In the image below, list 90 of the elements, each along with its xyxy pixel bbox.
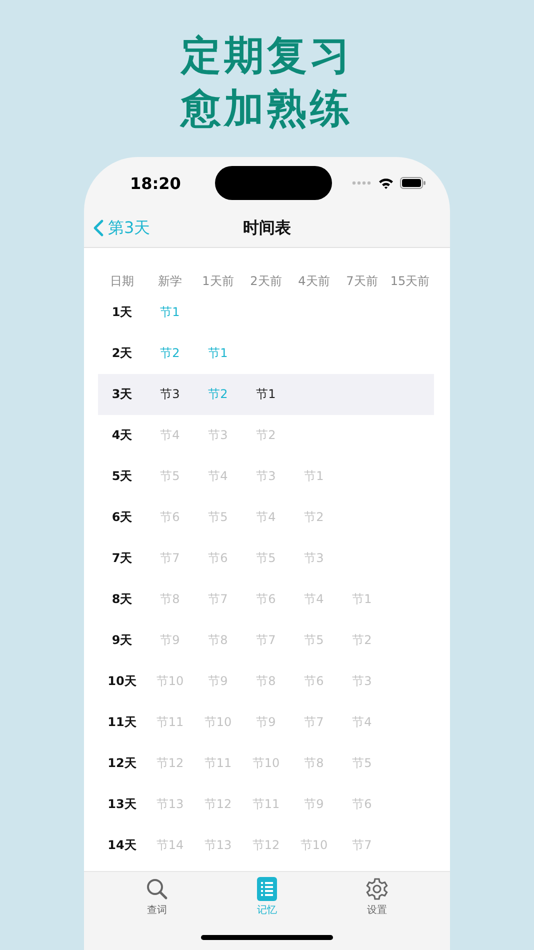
lesson-cell-text: 节6 — [351, 796, 373, 813]
lesson-cell-text: 节12 — [203, 796, 233, 813]
lesson-cell-text: 节3 — [255, 468, 277, 485]
lesson-cell-text: 节9 — [303, 796, 325, 813]
lesson-cell-text: 节6 — [159, 509, 181, 526]
lesson-cell-text: 节4 — [255, 509, 277, 526]
day-cell-text: 12天 — [106, 755, 138, 772]
day-cell-text: 1天 — [110, 304, 134, 321]
column-header: 日期 — [109, 272, 135, 290]
lesson-cell-text: 节8 — [303, 755, 325, 772]
column-header: 15天前 — [389, 272, 431, 290]
lesson-cell-text: 节1 — [159, 304, 181, 321]
lesson-cell-text: 节4 — [159, 427, 181, 444]
lesson-cell-text: 节6 — [255, 591, 277, 608]
lesson-cell-text: 节7 — [159, 550, 181, 567]
lesson-cell-text: 节10 — [299, 837, 329, 854]
lesson-cell-text: 节2 — [255, 427, 277, 444]
tab-item[interactable]: 查词 — [117, 877, 197, 917]
lesson-cell-text: 节3 — [303, 550, 325, 567]
lesson-cell-text: 节9 — [207, 673, 229, 690]
day-cell-text: 3天 — [110, 386, 134, 403]
lesson-cell-text: 节7 — [303, 714, 325, 731]
lesson-cell-text: 节12 — [251, 837, 281, 854]
day-cell-text: 4天 — [110, 427, 134, 444]
lesson-cell-text: 节10 — [155, 673, 185, 690]
lesson-cell-text: 节10 — [251, 755, 281, 772]
lesson-cell-text: 节5 — [207, 509, 229, 526]
lesson-cell-text: 节11 — [251, 796, 281, 813]
lesson-cell-text: 节4 — [351, 714, 373, 731]
lesson-cell-text: 节1 — [207, 345, 229, 362]
day-cell-text: 7天 — [110, 550, 134, 567]
lesson-cell-text: 节6 — [303, 673, 325, 690]
tab-item[interactable]: 设置 — [337, 877, 417, 917]
lesson-cell-text: 节5 — [351, 755, 373, 772]
day-cell-text: 9天 — [110, 632, 134, 649]
list-icon — [257, 877, 277, 901]
lesson-cell-text: 节7 — [207, 591, 229, 608]
lesson-cell-text: 节6 — [207, 550, 229, 567]
lesson-cell-text: 节12 — [155, 755, 185, 772]
lesson-cell-text: 节3 — [351, 673, 373, 690]
day-cell-text: 11天 — [106, 714, 138, 731]
lesson-cell-text: 节1 — [351, 591, 373, 608]
lesson-cell-text: 节5 — [255, 550, 277, 567]
lesson-cell-text: 节2 — [207, 386, 229, 403]
lesson-cell-text: 节8 — [207, 632, 229, 649]
battery-icon — [400, 177, 426, 189]
lesson-cell-text: 节4 — [207, 468, 229, 485]
lesson-cell-text: 节1 — [303, 468, 325, 485]
day-cell-text: 8天 — [110, 591, 134, 608]
lesson-cell-text: 节5 — [303, 632, 325, 649]
lesson-cell-text: 节1 — [255, 386, 277, 403]
lesson-cell-text: 节5 — [159, 468, 181, 485]
lesson-cell-text: 节7 — [351, 837, 373, 854]
lesson-cell-text: 节11 — [155, 714, 185, 731]
day-cell-text: 10天 — [106, 673, 138, 690]
column-header: 2天前 — [249, 272, 283, 290]
status-time: 18:20 — [130, 174, 181, 192]
signal-icon — [352, 181, 372, 185]
lesson-cell-text: 节2 — [303, 509, 325, 526]
lesson-cell-text: 节11 — [203, 755, 233, 772]
lesson-cell-text: 节8 — [255, 673, 277, 690]
day-cell-text: 6天 — [110, 509, 134, 526]
lesson-cell-text: 节13 — [155, 796, 185, 813]
chevron-left-icon — [92, 219, 104, 237]
column-header: 新学 — [157, 272, 183, 290]
lesson-cell-text: 节2 — [159, 345, 181, 362]
settings-icon — [365, 877, 389, 901]
lesson-cell-text: 节13 — [203, 837, 233, 854]
lesson-cell-text: 节9 — [255, 714, 277, 731]
lesson-cell-text: 节3 — [207, 427, 229, 444]
day-cell-text: 2天 — [110, 345, 134, 362]
day-cell-text: 5天 — [110, 468, 134, 485]
lesson-cell-text: 节9 — [159, 632, 181, 649]
lesson-cell-text: 节2 — [351, 632, 373, 649]
wifi-icon — [378, 177, 394, 189]
column-header: 4天前 — [297, 272, 331, 290]
lesson-cell-text: 节14 — [155, 837, 185, 854]
lesson-cell-text: 节4 — [303, 591, 325, 608]
day-cell-text: 13天 — [106, 796, 138, 813]
column-header: 7天前 — [345, 272, 379, 290]
day-cell-text: 14天 — [106, 837, 138, 854]
nav-title: 时间表 — [243, 218, 291, 238]
headline: 定期复习 — [181, 32, 353, 81]
lesson-cell-text: 节3 — [159, 386, 181, 403]
headline: 愈加熟练 — [181, 85, 353, 134]
search-icon — [145, 877, 169, 901]
column-header: 1天前 — [201, 272, 235, 290]
lesson-cell-text: 节10 — [203, 714, 233, 731]
lesson-cell-text: 节8 — [159, 591, 181, 608]
lesson-cell-text: 节7 — [255, 632, 277, 649]
